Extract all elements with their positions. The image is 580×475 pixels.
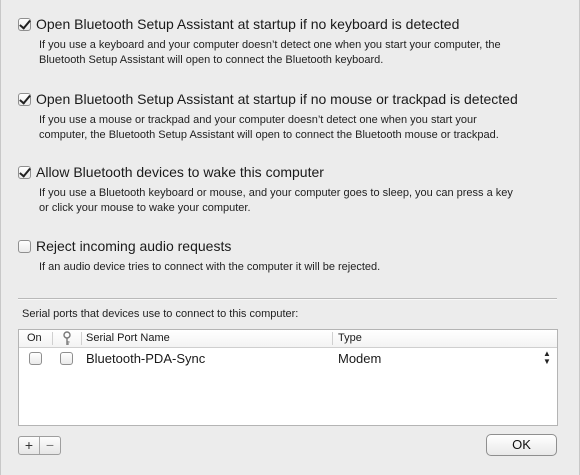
keyboard-assistant-checkbox[interactable] bbox=[18, 17, 31, 31]
description-line: If you use a keyboard and your computer … bbox=[39, 39, 501, 51]
keyboard-assistant-description: If you use a keyboard and your computer … bbox=[39, 38, 563, 68]
ok-button[interactable]: OK bbox=[486, 434, 557, 456]
serial-ports-table: On Serial Port Name Type Bluetooth-PDA-S… bbox=[18, 329, 558, 426]
option-keyboard-assistant: Open Bluetooth Setup Assistant at startu… bbox=[18, 16, 563, 68]
column-separator bbox=[81, 332, 82, 345]
option-mouse-assistant: Open Bluetooth Setup Assistant at startu… bbox=[18, 91, 563, 143]
wake-computer-description: If you use a Bluetooth keyboard or mouse… bbox=[39, 186, 563, 216]
column-separator bbox=[332, 332, 333, 345]
keyboard-assistant-label[interactable]: Open Bluetooth Setup Assistant at startu… bbox=[36, 16, 459, 32]
description-line: computer, the Bluetooth Setup Assistant … bbox=[39, 129, 499, 141]
port-secure-checkbox[interactable] bbox=[60, 352, 73, 365]
port-name-cell[interactable]: Bluetooth-PDA-Sync bbox=[86, 351, 205, 366]
column-separator bbox=[52, 332, 53, 345]
add-port-button[interactable]: + bbox=[19, 437, 39, 454]
table-row[interactable]: Bluetooth-PDA-Sync Modem ▲ ▼ bbox=[19, 348, 557, 368]
port-type-select[interactable]: Modem bbox=[338, 351, 381, 366]
add-remove-control: + − bbox=[18, 436, 61, 455]
description-line: If you use a mouse or trackpad and your … bbox=[39, 114, 477, 126]
description-line: Bluetooth Setup Assistant will open to c… bbox=[39, 54, 384, 66]
column-header-type[interactable]: Type bbox=[338, 332, 362, 344]
description-line: If you use a Bluetooth keyboard or mouse… bbox=[39, 187, 513, 199]
remove-port-button[interactable]: − bbox=[39, 437, 60, 454]
reject-audio-checkbox[interactable] bbox=[18, 239, 31, 253]
wake-computer-label[interactable]: Allow Bluetooth devices to wake this com… bbox=[36, 164, 324, 180]
reject-audio-description: If an audio device tries to connect with… bbox=[39, 260, 563, 275]
key-icon[interactable] bbox=[62, 331, 72, 346]
option-wake-computer: Allow Bluetooth devices to wake this com… bbox=[18, 164, 563, 216]
wake-computer-checkbox[interactable] bbox=[18, 165, 31, 179]
port-on-checkbox[interactable] bbox=[29, 352, 42, 365]
mouse-assistant-checkbox[interactable] bbox=[18, 92, 31, 106]
mouse-assistant-label[interactable]: Open Bluetooth Setup Assistant at startu… bbox=[36, 91, 518, 107]
description-line: or click your mouse to wake your compute… bbox=[39, 202, 251, 214]
column-header-on[interactable]: On bbox=[27, 332, 42, 344]
description-line: If an audio device tries to connect with… bbox=[39, 261, 381, 273]
section-divider bbox=[18, 298, 557, 300]
reject-audio-label[interactable]: Reject incoming audio requests bbox=[36, 238, 231, 254]
column-header-serial-port-name[interactable]: Serial Port Name bbox=[86, 332, 170, 344]
mouse-assistant-description: If you use a mouse or trackpad and your … bbox=[39, 113, 563, 143]
option-reject-audio: Reject incoming audio requests If an aud… bbox=[18, 238, 563, 275]
serial-ports-caption: Serial ports that devices use to connect… bbox=[22, 308, 299, 320]
type-stepper-icon[interactable]: ▲ ▼ bbox=[543, 350, 551, 366]
table-header: On Serial Port Name Type bbox=[19, 330, 557, 348]
